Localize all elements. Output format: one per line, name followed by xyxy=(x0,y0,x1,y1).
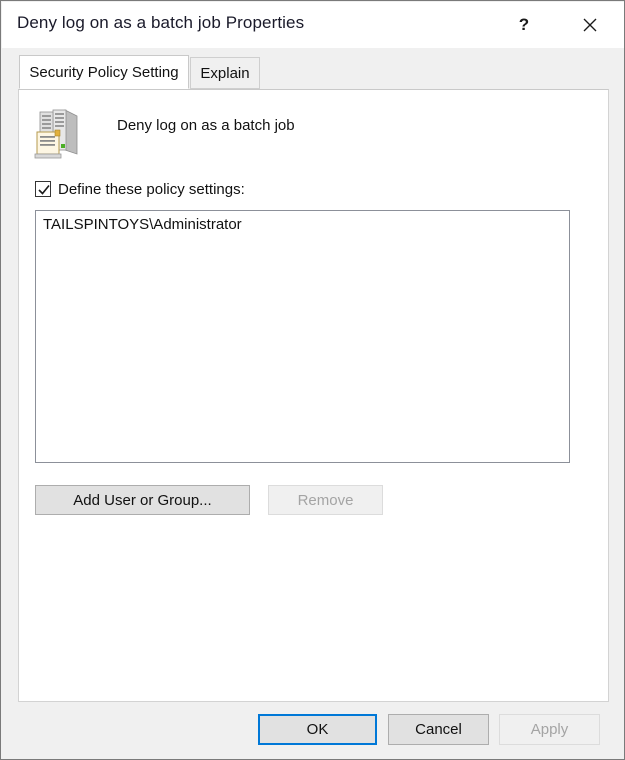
tab-label: Explain xyxy=(200,64,250,82)
apply-button: Apply xyxy=(499,714,600,745)
button-label: Add User or Group... xyxy=(73,491,212,509)
properties-dialog: Deny log on as a batch job Properties ? … xyxy=(0,0,625,760)
dialog-footer: OK Cancel Apply xyxy=(2,702,624,759)
define-policy-settings-checkbox[interactable] xyxy=(35,181,51,197)
button-label: OK xyxy=(306,721,329,738)
list-item[interactable]: TAILSPINTOYS\Administrator xyxy=(36,211,569,233)
ok-button[interactable]: OK xyxy=(258,714,377,745)
window-title: Deny log on as a batch job Properties xyxy=(17,13,305,32)
cancel-button[interactable]: Cancel xyxy=(388,714,489,745)
button-label: Remove xyxy=(297,491,354,509)
tab-explain[interactable]: Explain xyxy=(190,57,260,89)
tab-panel-security-policy-setting: Deny log on as a batch job Define these … xyxy=(18,89,609,702)
policy-header: Deny log on as a batch job xyxy=(32,102,552,164)
add-user-or-group-button[interactable]: Add User or Group... xyxy=(35,485,250,515)
tab-label: Security Policy Setting xyxy=(29,63,179,81)
title-bar: Deny log on as a batch job Properties ? xyxy=(2,2,624,48)
remove-button: Remove xyxy=(268,485,383,515)
button-label: Cancel xyxy=(415,721,462,738)
button-label: Apply xyxy=(530,721,569,738)
help-icon[interactable]: ? xyxy=(501,3,547,47)
tab-security-policy-setting[interactable]: Security Policy Setting xyxy=(19,55,189,89)
define-policy-settings-label: Define these policy settings: xyxy=(58,180,245,198)
close-icon[interactable] xyxy=(567,3,613,47)
server-policy-icon xyxy=(32,104,84,160)
policy-name: Deny log on as a batch job xyxy=(117,117,295,134)
tab-strip: Security Policy Setting Explain xyxy=(2,48,624,89)
help-question-mark: ? xyxy=(518,15,530,34)
checkmark-icon xyxy=(38,184,50,195)
define-policy-settings-row[interactable]: Define these policy settings: xyxy=(35,178,245,200)
principal-list-box[interactable]: TAILSPINTOYS\Administrator xyxy=(35,210,570,463)
